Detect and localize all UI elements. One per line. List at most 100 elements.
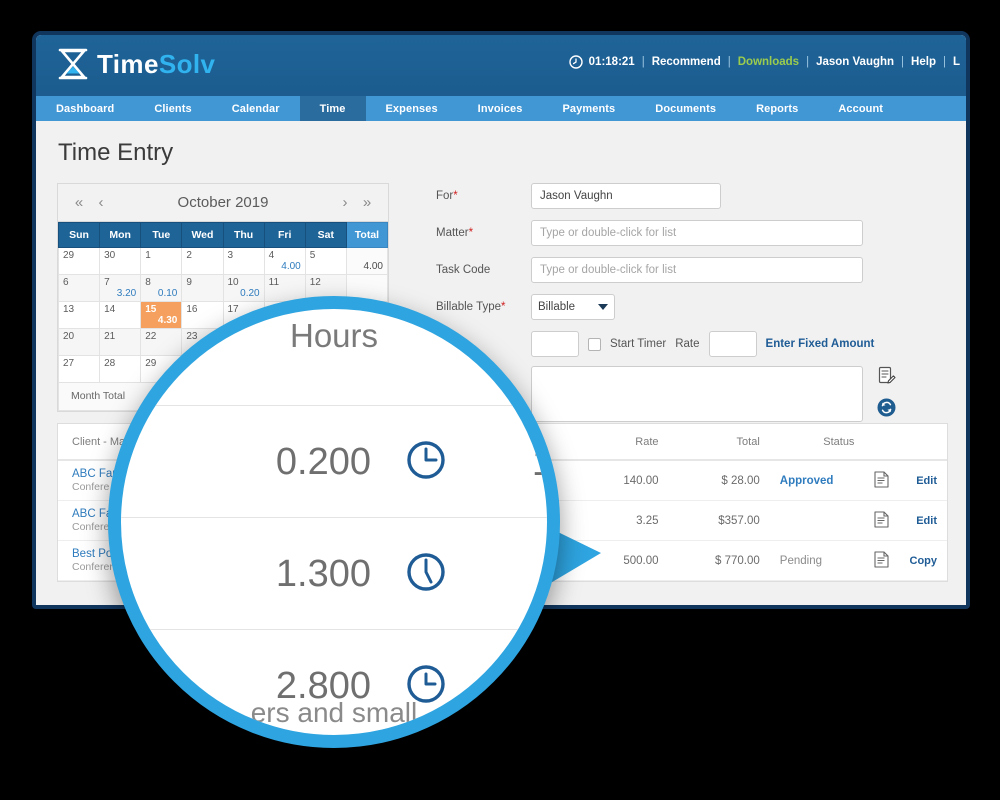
calendar-day-cell[interactable]: 3 bbox=[223, 248, 264, 275]
calendar-day-hours: 3.20 bbox=[117, 288, 136, 299]
nav-tab-account[interactable]: Account bbox=[818, 96, 903, 121]
entry-document-icon[interactable] bbox=[864, 501, 899, 541]
start-timer-checkbox[interactable] bbox=[588, 338, 601, 351]
sep-2: | bbox=[728, 56, 731, 68]
description-side-icons bbox=[877, 366, 896, 422]
calendar-day-cell[interactable]: 30 bbox=[100, 248, 141, 275]
nav-tab-invoices[interactable]: Invoices bbox=[458, 96, 543, 121]
enter-fixed-amount-link[interactable]: Enter Fixed Amount bbox=[766, 338, 875, 350]
calendar-day-cell[interactable]: 80.10 bbox=[141, 275, 182, 302]
entry-action-link[interactable]: Edit bbox=[899, 460, 947, 501]
nav-tab-time[interactable]: Time bbox=[300, 96, 366, 121]
brand-header: TimeSolv 01:18:21 | Recommend | Download… bbox=[36, 35, 966, 96]
entry-action-link[interactable]: Edit bbox=[899, 501, 947, 541]
logo-text-solv: Solv bbox=[159, 49, 216, 79]
help-link[interactable]: Help bbox=[911, 56, 936, 68]
calendar-day-number: 30 bbox=[104, 250, 115, 261]
entry-document-icon[interactable] bbox=[864, 460, 899, 501]
calendar-day-cell[interactable]: 73.20 bbox=[100, 275, 141, 302]
nav-tab-payments[interactable]: Payments bbox=[543, 96, 636, 121]
calendar-day-cell[interactable]: 5 bbox=[305, 248, 346, 275]
calendar-day-number: 12 bbox=[310, 277, 321, 288]
calendar-day-cell[interactable]: 9 bbox=[182, 275, 223, 302]
logout-link[interactable]: L bbox=[953, 56, 960, 68]
form-row-task-code: Task Code bbox=[436, 257, 948, 283]
calendar-day-number: 11 bbox=[269, 277, 279, 288]
status-badge bbox=[770, 501, 865, 541]
start-timer-label: Start Timer bbox=[610, 338, 666, 350]
nav-tab-calendar[interactable]: Calendar bbox=[212, 96, 300, 121]
calendar-day-cell[interactable]: 1 bbox=[141, 248, 182, 275]
calendar-header-total: Total bbox=[346, 223, 387, 248]
calendar-prev-month-button[interactable]: ‹ bbox=[90, 194, 112, 211]
magnifier-content: Hours 0.200 1.300 bbox=[121, 309, 547, 735]
calendar-header-sat: Sat bbox=[305, 223, 346, 248]
calendar-day-cell[interactable]: 6 bbox=[59, 275, 100, 302]
downloads-link[interactable]: Downloads bbox=[738, 56, 799, 68]
sep-3: | bbox=[806, 56, 809, 68]
col-total: Total bbox=[669, 424, 770, 460]
nav-tab-clients[interactable]: Clients bbox=[134, 96, 211, 121]
nav-tab-dashboard[interactable]: Dashboard bbox=[36, 96, 134, 121]
col-action bbox=[899, 424, 947, 460]
calendar-day-hours: 4.00 bbox=[281, 261, 300, 272]
calendar-day-header-row: Sun Mon Tue Wed Thu Fri Sat Total bbox=[59, 223, 388, 248]
for-label: For* bbox=[436, 190, 531, 202]
matter-required-mark: * bbox=[469, 227, 473, 239]
description-textarea[interactable] bbox=[531, 366, 863, 422]
timesolv-logo[interactable]: TimeSolv bbox=[56, 47, 215, 81]
for-required-mark: * bbox=[453, 190, 457, 202]
calendar-day-number: 7 bbox=[104, 277, 110, 288]
rate-input[interactable] bbox=[709, 331, 757, 357]
top-right-menu: 01:18:21 | Recommend | Downloads | Jason… bbox=[569, 55, 960, 69]
entry-action-link[interactable]: Copy bbox=[899, 541, 947, 581]
form-row-for: For* bbox=[436, 183, 948, 209]
calendar-day-number: 20 bbox=[63, 331, 74, 342]
magnifier-divider-1 bbox=[121, 405, 547, 406]
entry-document-icon[interactable] bbox=[864, 541, 899, 581]
status-badge: Pending bbox=[770, 541, 865, 581]
task-code-input[interactable] bbox=[531, 257, 863, 283]
calendar-day-cell[interactable]: 11 bbox=[264, 275, 305, 302]
calendar-day-number: 9 bbox=[186, 277, 192, 288]
calendar-next-month-button[interactable]: › bbox=[334, 194, 356, 211]
calendar-day-hours: 0.10 bbox=[158, 288, 177, 299]
note-edit-icon[interactable] bbox=[877, 366, 896, 390]
magnifier-hours-header: Hours bbox=[121, 317, 547, 355]
entry-total-cell: $ 770.00 bbox=[669, 541, 770, 581]
nav-tab-reports[interactable]: Reports bbox=[736, 96, 818, 121]
clock-3oclock-icon[interactable] bbox=[405, 439, 447, 486]
calendar-day-number: 2 bbox=[186, 250, 192, 261]
calendar-day-number: 6 bbox=[63, 277, 69, 288]
hourglass-icon bbox=[56, 47, 90, 81]
sync-refresh-icon[interactable] bbox=[877, 398, 896, 422]
entry-rate-cell: 140.00 bbox=[569, 460, 669, 501]
calendar-day-cell[interactable]: 29 bbox=[59, 248, 100, 275]
user-account-link[interactable]: Jason Vaughn bbox=[816, 56, 894, 68]
calendar-day-cell[interactable]: 13 bbox=[59, 302, 100, 329]
calendar-header-sun: Sun bbox=[59, 223, 100, 248]
calendar-header-tue: Tue bbox=[141, 223, 182, 248]
nav-tab-documents[interactable]: Documents bbox=[635, 96, 736, 121]
screenshot-stage: TimeSolv 01:18:21 | Recommend | Download… bbox=[0, 0, 1000, 800]
calendar-day-cell[interactable]: 20 bbox=[59, 329, 100, 356]
calendar-day-cell[interactable]: 27 bbox=[59, 356, 100, 383]
timer-value: 01:18:21 bbox=[589, 56, 635, 68]
for-input[interactable] bbox=[531, 183, 721, 209]
nav-tab-expenses[interactable]: Expenses bbox=[366, 96, 458, 121]
sep-5: | bbox=[943, 56, 946, 68]
timer-clock-icon[interactable] bbox=[569, 55, 583, 69]
calendar-day-cell[interactable]: 100.20 bbox=[223, 275, 264, 302]
recommend-link[interactable]: Recommend bbox=[652, 56, 721, 68]
calendar-day-cell[interactable]: 2 bbox=[182, 248, 223, 275]
calendar-day-number: 8 bbox=[145, 277, 151, 288]
matter-input[interactable] bbox=[531, 220, 863, 246]
sep-1: | bbox=[642, 56, 645, 68]
clock-5oclock-icon[interactable] bbox=[405, 551, 447, 598]
calendar-last-year-button[interactable]: » bbox=[356, 194, 378, 211]
calendar-day-cell[interactable]: 44.00 bbox=[264, 248, 305, 275]
calendar-first-year-button[interactable]: « bbox=[68, 194, 90, 211]
for-label-text: For bbox=[436, 190, 453, 202]
magnifier-row-1: 0.200 bbox=[121, 439, 547, 486]
magnifier-value-1: 0.200 bbox=[221, 441, 371, 484]
